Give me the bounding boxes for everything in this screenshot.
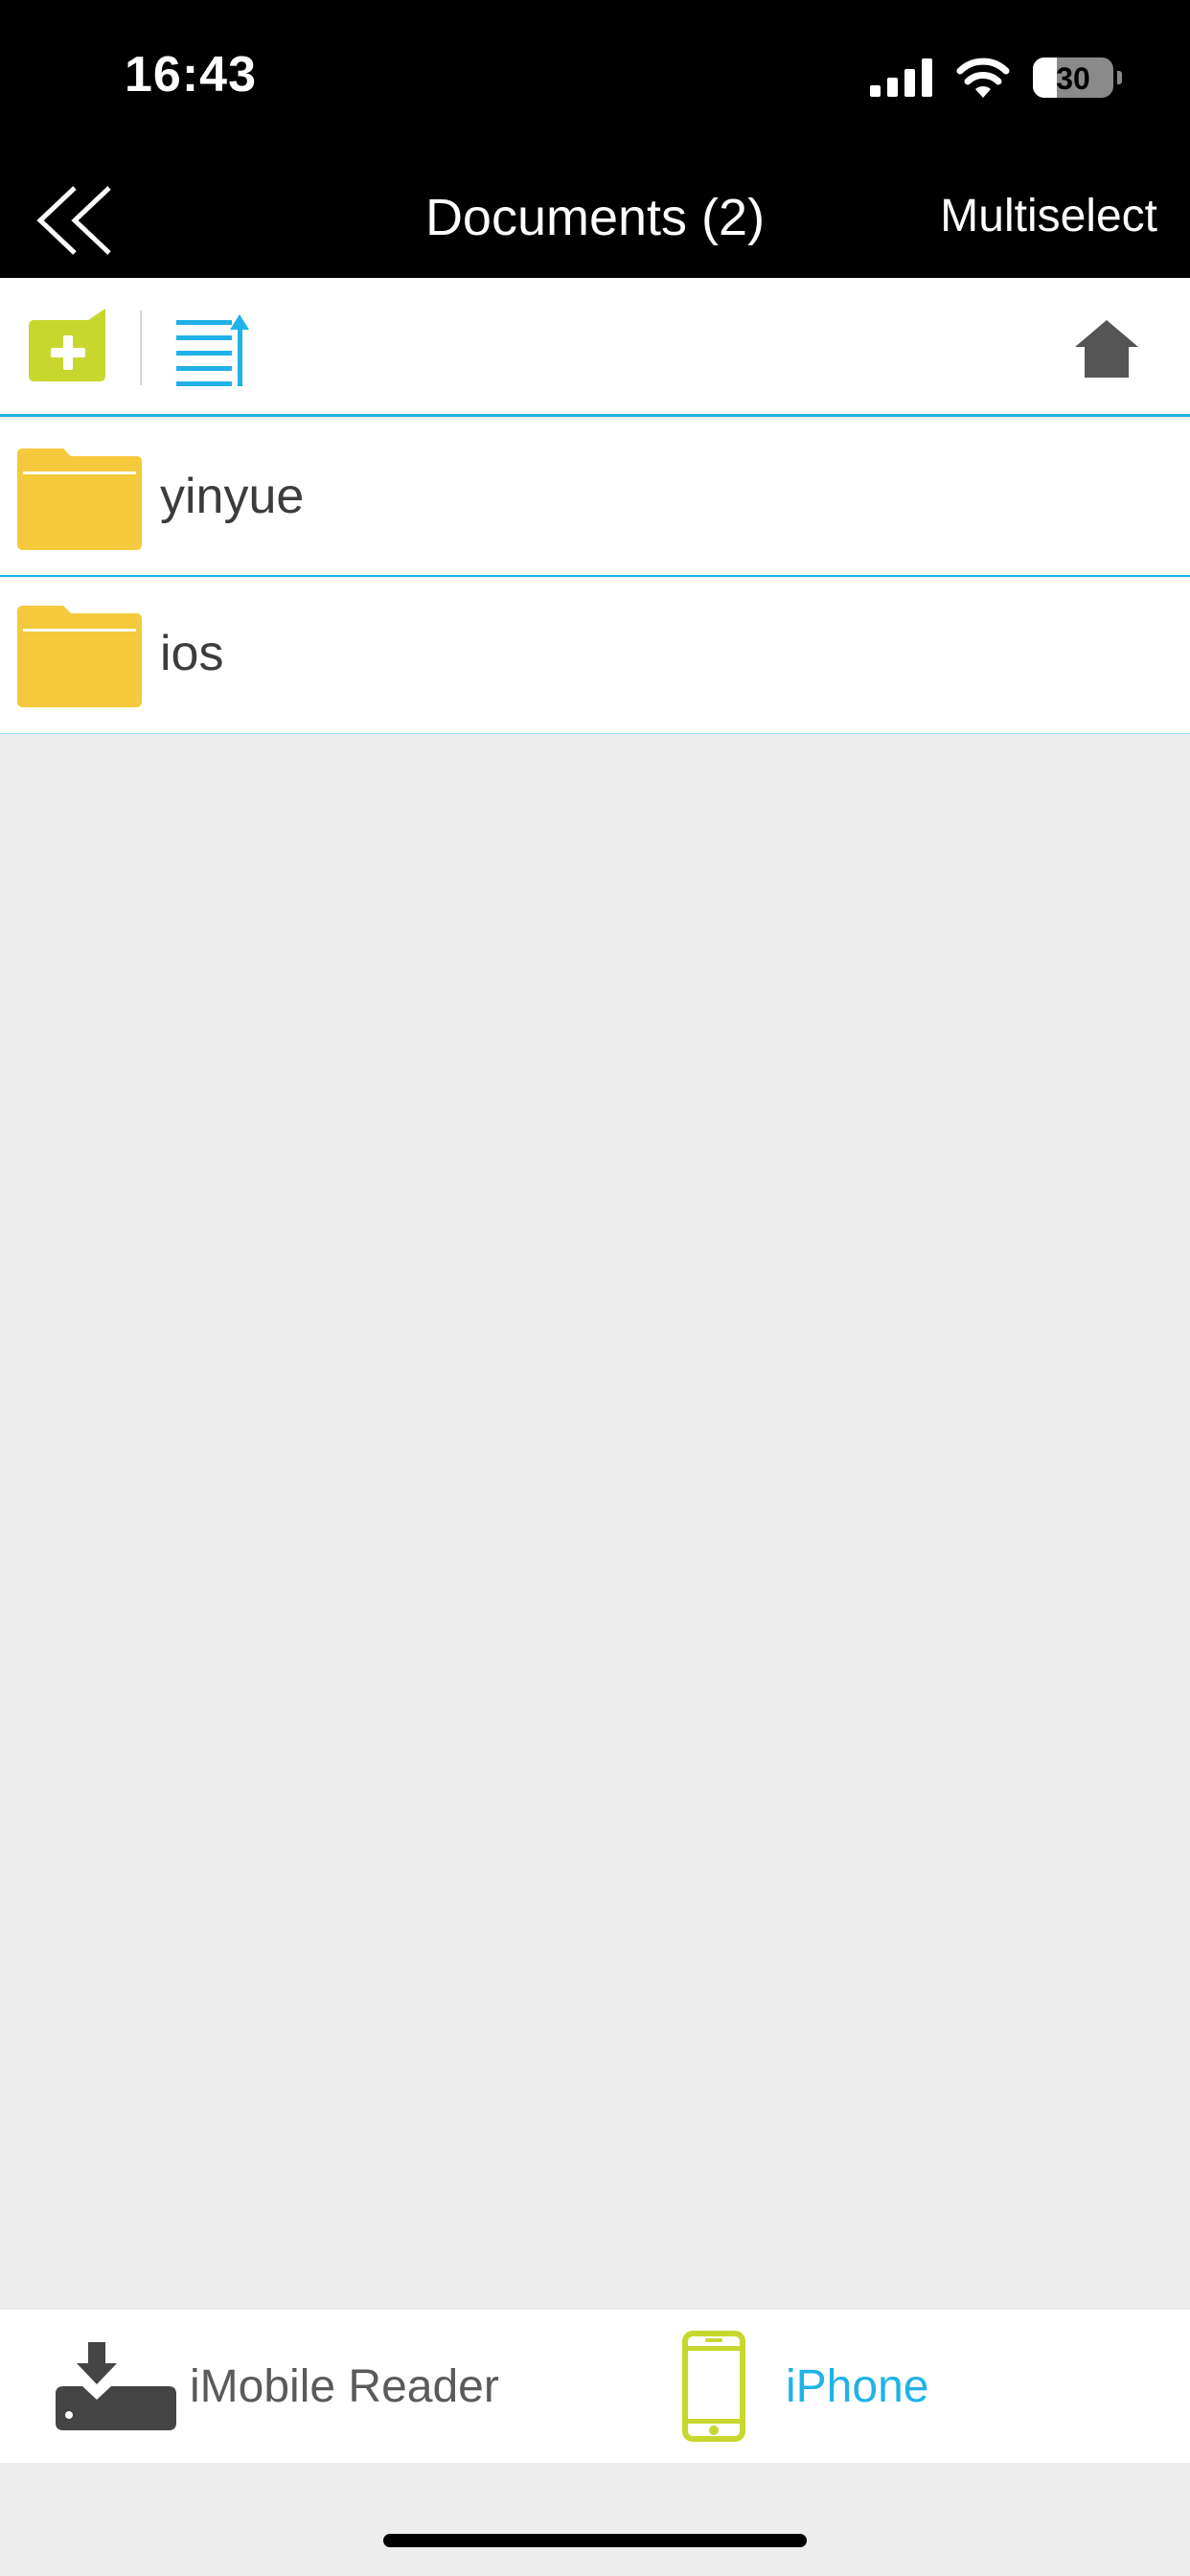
list-item[interactable]: yinyue (0, 420, 1190, 577)
new-folder-icon[interactable] (29, 309, 109, 387)
multiselect-button[interactable]: Multiselect (940, 190, 1157, 242)
folder-icon (17, 606, 142, 707)
wifi-icon (956, 58, 1010, 98)
toolbar (0, 278, 1190, 417)
signal-icon (870, 58, 932, 97)
toolbar-divider (140, 310, 142, 385)
home-indicator[interactable] (383, 2534, 807, 2547)
list-item[interactable]: ios (0, 577, 1190, 734)
folder-name: ios (160, 626, 224, 681)
tab-label: iPhone (786, 2360, 929, 2412)
tab-bar: iMobile Reader iPhone (0, 2310, 1190, 2463)
tab-imobile-reader[interactable]: iMobile Reader (56, 2310, 499, 2463)
tab-iphone[interactable]: iPhone (682, 2310, 928, 2463)
iphone-icon (682, 2331, 745, 2442)
folder-icon (17, 448, 142, 550)
status-time: 16:43 (125, 47, 257, 103)
home-icon[interactable] (1075, 320, 1138, 378)
file-list: yinyue ios (0, 420, 1190, 734)
download-drive-icon (56, 2342, 176, 2430)
battery-icon: 30 (1033, 58, 1122, 98)
top-bar: 16:43 30 Documents (2) Multiselect (0, 0, 1190, 278)
tab-label: iMobile Reader (190, 2360, 499, 2412)
nav-bar: Documents (2) Multiselect (0, 163, 1190, 278)
status-icons: 30 (870, 54, 1122, 102)
sort-list-icon[interactable] (174, 314, 251, 387)
folder-name: yinyue (160, 469, 305, 524)
battery-level: 30 (1056, 61, 1090, 96)
